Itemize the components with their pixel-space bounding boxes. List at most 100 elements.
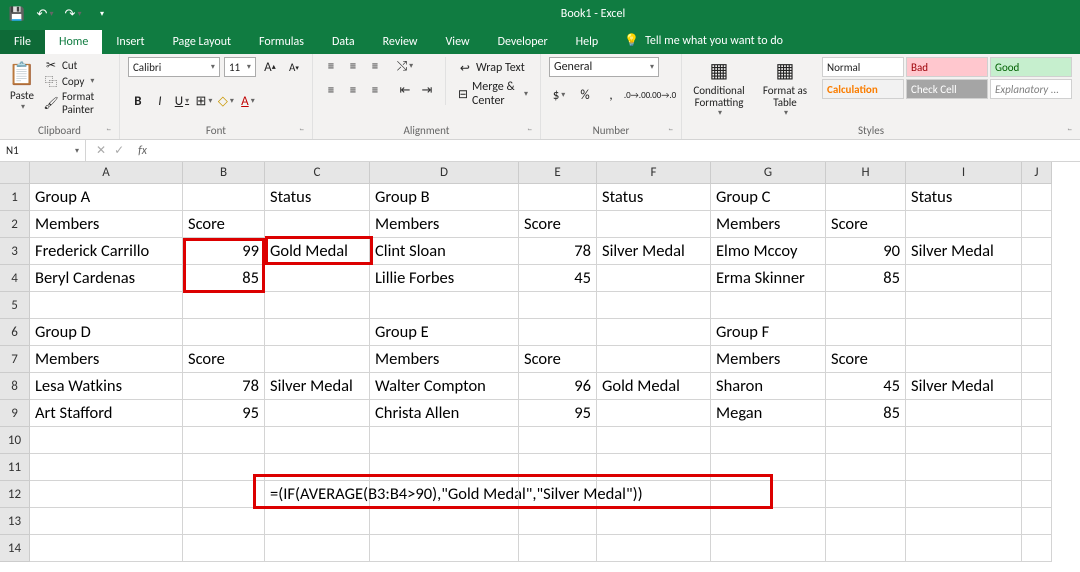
cell-I3[interactable]: Silver Medal: [906, 238, 1022, 265]
cell-A10[interactable]: [30, 427, 183, 454]
decrease-decimal-icon[interactable]: .00→.0: [653, 85, 673, 105]
cell-B14[interactable]: [183, 535, 265, 562]
row-header-6[interactable]: 6: [0, 319, 30, 346]
tab-view[interactable]: View: [432, 30, 484, 54]
cancel-formula-icon[interactable]: ✕: [96, 143, 106, 158]
cell-E14[interactable]: [519, 535, 597, 562]
cell-E13[interactable]: [519, 508, 597, 535]
cell-A8[interactable]: Lesa Watkins: [30, 373, 183, 400]
style-check-cell[interactable]: Check Cell: [906, 79, 988, 99]
cell-B11[interactable]: [183, 454, 265, 481]
align-left-icon[interactable]: ≡: [321, 81, 341, 99]
row-header-12[interactable]: 12: [0, 481, 30, 508]
cell-G5[interactable]: [711, 292, 826, 319]
cell-D13[interactable]: [370, 508, 519, 535]
merge-center-button[interactable]: ⊟Merge & Center▾: [454, 83, 532, 105]
save-icon[interactable]: 💾: [6, 3, 28, 25]
cell-E1[interactable]: [519, 184, 597, 211]
cell-D8[interactable]: Walter Compton: [370, 373, 519, 400]
row-header-9[interactable]: 9: [0, 400, 30, 427]
increase-decimal-icon[interactable]: .0→.00: [627, 85, 647, 105]
cell-A1[interactable]: Group A: [30, 184, 183, 211]
cell-D6[interactable]: Group E: [370, 319, 519, 346]
cell-E3[interactable]: 78: [519, 238, 597, 265]
cell-A4[interactable]: Beryl Cardenas: [30, 265, 183, 292]
cell-D14[interactable]: [370, 535, 519, 562]
column-header-C[interactable]: C: [265, 162, 370, 184]
cell-C6[interactable]: [265, 319, 370, 346]
cell-B13[interactable]: [183, 508, 265, 535]
style-explanatory[interactable]: Explanatory ...: [990, 79, 1072, 99]
cell-A9[interactable]: Art Stafford: [30, 400, 183, 427]
conditional-formatting-button[interactable]: ▦ Conditional Formatting▾: [690, 57, 748, 118]
cell-E2[interactable]: Score: [519, 211, 597, 238]
cell-E12[interactable]: [519, 481, 597, 508]
cell-H11[interactable]: [826, 454, 906, 481]
cell-J4[interactable]: [1022, 265, 1052, 292]
copy-button[interactable]: ⿻Copy▾: [44, 73, 111, 89]
paste-button[interactable]: 📋 Paste ▾: [8, 57, 36, 112]
cell-F11[interactable]: [597, 454, 711, 481]
tab-formulas[interactable]: Formulas: [245, 30, 318, 54]
cell-C14[interactable]: [265, 535, 370, 562]
cell-D3[interactable]: Clint Sloan: [370, 238, 519, 265]
row-header-3[interactable]: 3: [0, 238, 30, 265]
column-header-G[interactable]: G: [711, 162, 826, 184]
cell-E4[interactable]: 45: [519, 265, 597, 292]
cell-G3[interactable]: Elmo Mccoy: [711, 238, 826, 265]
decrease-font-icon[interactable]: A▾: [284, 57, 304, 77]
cell-H6[interactable]: [826, 319, 906, 346]
cell-A14[interactable]: [30, 535, 183, 562]
style-calculation[interactable]: Calculation: [822, 79, 904, 99]
cell-C13[interactable]: [265, 508, 370, 535]
italic-button[interactable]: I: [150, 91, 170, 111]
cell-I2[interactable]: [906, 211, 1022, 238]
name-box[interactable]: N1▾: [0, 140, 86, 161]
cell-F4[interactable]: [597, 265, 711, 292]
align-bottom-icon[interactable]: ≡: [365, 57, 385, 75]
cut-button[interactable]: ✂Cut: [44, 57, 111, 73]
cell-I6[interactable]: [906, 319, 1022, 346]
cell-I4[interactable]: [906, 265, 1022, 292]
cell-I5[interactable]: [906, 292, 1022, 319]
cell-I14[interactable]: [906, 535, 1022, 562]
enter-formula-icon[interactable]: ✓: [114, 143, 124, 158]
cell-D7[interactable]: Members: [370, 346, 519, 373]
tell-me-search[interactable]: 💡 Tell me what you want to do: [612, 33, 795, 54]
row-header-8[interactable]: 8: [0, 373, 30, 400]
cell-J3[interactable]: [1022, 238, 1052, 265]
align-middle-icon[interactable]: ≡: [343, 57, 363, 75]
style-normal[interactable]: Normal: [822, 57, 904, 77]
undo-icon[interactable]: ↶▾: [34, 3, 56, 25]
row-header-10[interactable]: 10: [0, 427, 30, 454]
cell-F6[interactable]: [597, 319, 711, 346]
cell-C4[interactable]: [265, 265, 370, 292]
cell-J10[interactable]: [1022, 427, 1052, 454]
percent-icon[interactable]: %: [575, 85, 595, 105]
cell-F3[interactable]: Silver Medal: [597, 238, 711, 265]
cell-B12[interactable]: [183, 481, 265, 508]
cell-G7[interactable]: Members: [711, 346, 826, 373]
column-header-I[interactable]: I: [906, 162, 1022, 184]
cell-J6[interactable]: [1022, 319, 1052, 346]
column-header-D[interactable]: D: [370, 162, 519, 184]
cell-A3[interactable]: Frederick Carrillo: [30, 238, 183, 265]
row-header-14[interactable]: 14: [0, 535, 30, 562]
redo-icon[interactable]: ↷▾: [62, 3, 84, 25]
cell-I7[interactable]: [906, 346, 1022, 373]
cell-E10[interactable]: [519, 427, 597, 454]
cell-H12[interactable]: [826, 481, 906, 508]
cell-C12[interactable]: =(IF(AVERAGE(B3:B4>90),"Gold Medal","Sil…: [265, 481, 370, 508]
cell-F8[interactable]: Gold Medal: [597, 373, 711, 400]
cell-G2[interactable]: Members: [711, 211, 826, 238]
qat-customize-icon[interactable]: ▾: [90, 3, 112, 25]
cell-B5[interactable]: [183, 292, 265, 319]
font-color-button[interactable]: A▾: [238, 91, 258, 111]
row-header-1[interactable]: 1: [0, 184, 30, 211]
cell-G13[interactable]: [711, 508, 826, 535]
column-header-E[interactable]: E: [519, 162, 597, 184]
cell-styles-gallery[interactable]: Normal Bad Good Calculation Check Cell E…: [822, 57, 1072, 99]
column-header-A[interactable]: A: [30, 162, 183, 184]
cell-H4[interactable]: 85: [826, 265, 906, 292]
cell-D10[interactable]: [370, 427, 519, 454]
